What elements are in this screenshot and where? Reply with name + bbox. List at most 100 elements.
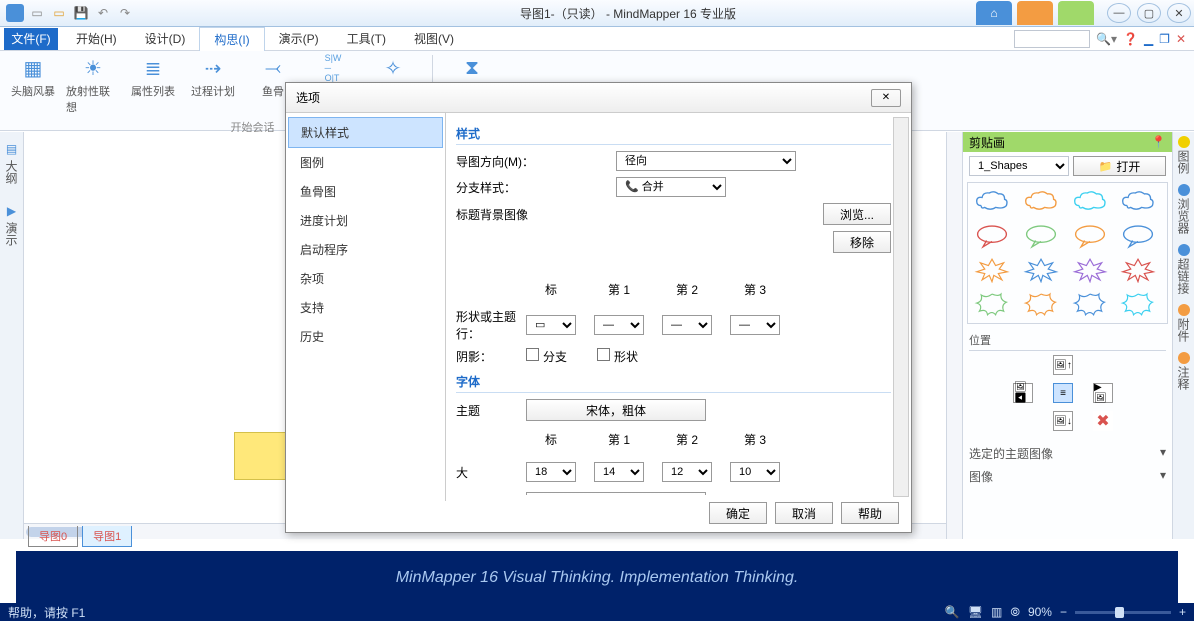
- grid-accent-button[interactable]: [1017, 1, 1053, 25]
- pin-icon[interactable]: 📍: [1151, 135, 1166, 149]
- menu-design[interactable]: 设计(D): [131, 27, 200, 51]
- help-icon[interactable]: ❓: [1123, 32, 1138, 46]
- ribbon-brainstorm[interactable]: ▦头脑风暴: [6, 55, 60, 115]
- minimize-button[interactable]: —: [1107, 3, 1131, 23]
- search-icon[interactable]: 🔍▾: [1096, 32, 1117, 46]
- qat-new[interactable]: ▭: [28, 4, 46, 22]
- cancel-button[interactable]: 取消: [775, 502, 833, 524]
- shape-splat-blue[interactable]: [1070, 289, 1110, 319]
- scrollbar-vertical[interactable]: [946, 132, 962, 539]
- split-icon[interactable]: ▥: [991, 605, 1002, 619]
- restore-window-icon[interactable]: ❐: [1159, 32, 1170, 46]
- shape-cloud-blue2[interactable]: [1118, 187, 1158, 217]
- select-direction[interactable]: 径向: [616, 151, 796, 171]
- chevron-down-icon[interactable]: ▾: [1160, 468, 1166, 485]
- shape-sel-1[interactable]: —: [594, 315, 644, 335]
- size-sel-1[interactable]: 14: [594, 462, 644, 482]
- zoom-slider[interactable]: [1075, 611, 1171, 614]
- green-accent-button[interactable]: [1058, 1, 1094, 25]
- browse-button[interactable]: 浏览...: [823, 203, 891, 225]
- pos-center[interactable]: ≡: [1053, 383, 1073, 403]
- shape-bubble-orange[interactable]: [1070, 221, 1110, 251]
- shape-cloud-blue[interactable]: [972, 187, 1012, 217]
- rtab-browser[interactable]: 浏览器: [1175, 184, 1192, 234]
- chk-shape[interactable]: 形状: [597, 348, 638, 365]
- size-sel-2[interactable]: 12: [662, 462, 712, 482]
- menu-tools[interactable]: 工具(T): [333, 27, 400, 51]
- shape-splat-green[interactable]: [972, 289, 1012, 319]
- chevron-down-icon[interactable]: ▾: [1160, 445, 1166, 462]
- shape-cloud-cyan[interactable]: [1070, 187, 1110, 217]
- rtab-legend[interactable]: 图例: [1175, 136, 1192, 174]
- close-doc-icon[interactable]: ✕: [1176, 32, 1186, 46]
- qat-redo[interactable]: ↷: [116, 4, 134, 22]
- ribbon-process[interactable]: ⇢过程计划: [186, 55, 240, 115]
- chk-branch[interactable]: 分支: [526, 348, 567, 365]
- menu-start[interactable]: 开始(H): [62, 27, 131, 51]
- rtab-note[interactable]: 注释: [1175, 352, 1192, 390]
- clipart-open-button[interactable]: 📁打开: [1073, 156, 1166, 176]
- ok-button[interactable]: 确定: [709, 502, 767, 524]
- side-legend[interactable]: 图例: [288, 148, 443, 177]
- pos-top[interactable]: 🖼↑: [1053, 355, 1073, 375]
- file-menu[interactable]: 文件(F): [4, 28, 58, 50]
- dialog-close-button[interactable]: ✕: [871, 89, 901, 107]
- font-button[interactable]: 宋体，粗体: [526, 399, 706, 421]
- side-schedule[interactable]: 进度计划: [288, 206, 443, 235]
- zoom-out-icon[interactable]: −: [1060, 605, 1067, 619]
- home-accent-button[interactable]: ⌂: [976, 1, 1012, 25]
- qat-undo[interactable]: ↶: [94, 4, 112, 22]
- lock-icon[interactable]: ⦾: [1010, 605, 1020, 620]
- shape-sel-main[interactable]: ▭: [526, 315, 576, 335]
- zoom-fit-icon[interactable]: 🔍: [945, 605, 960, 619]
- ribbon-attrlist[interactable]: ≣属性列表: [126, 55, 180, 115]
- qat-save[interactable]: 💾: [72, 4, 90, 22]
- monitor-icon[interactable]: 🖥: [968, 605, 983, 619]
- ribbon-radial[interactable]: ☀放射性联想: [66, 55, 120, 115]
- doc-tab-0[interactable]: 导图0: [28, 526, 78, 547]
- side-fishbone[interactable]: 鱼骨图: [288, 177, 443, 206]
- help-button[interactable]: 帮助: [841, 502, 899, 524]
- select-branch[interactable]: 📞 合并: [616, 177, 726, 197]
- clipart-category-select[interactable]: 1_Shapes: [969, 156, 1069, 176]
- rtab-attachment[interactable]: 附件: [1175, 304, 1192, 342]
- shape-bubble-blue[interactable]: [1118, 221, 1158, 251]
- zoom-in-icon[interactable]: +: [1179, 605, 1186, 619]
- collapse-ribbon-icon[interactable]: ▁: [1144, 32, 1153, 46]
- shape-cloud-orange[interactable]: [1021, 187, 1061, 217]
- shape-burst-red[interactable]: [1118, 255, 1158, 285]
- shape-splat-cyan[interactable]: [1118, 289, 1158, 319]
- qat-open[interactable]: ▭: [50, 4, 68, 22]
- shape-splat-orange[interactable]: [1021, 289, 1061, 319]
- side-misc[interactable]: 杂项: [288, 264, 443, 293]
- pos-bottom[interactable]: 🖼↓: [1053, 411, 1073, 431]
- size-sel-main[interactable]: 18: [526, 462, 576, 482]
- side-default-style[interactable]: 默认样式: [288, 117, 443, 148]
- menu-present[interactable]: 演示(P): [265, 27, 333, 51]
- side-history[interactable]: 历史: [288, 322, 443, 351]
- rtab-hyperlink[interactable]: 超链接: [1175, 244, 1192, 294]
- side-startup[interactable]: 启动程序: [288, 235, 443, 264]
- side-support[interactable]: 支持: [288, 293, 443, 322]
- shape-burst-blue[interactable]: [1021, 255, 1061, 285]
- search-input[interactable]: [1014, 30, 1090, 48]
- pos-clear[interactable]: ✖: [1093, 411, 1113, 431]
- shape-bubble-red[interactable]: [972, 221, 1012, 251]
- doc-tab-1[interactable]: 导图1: [82, 526, 132, 547]
- tab-outline[interactable]: ▤大纲: [3, 142, 20, 184]
- pos-left[interactable]: 🖼◀: [1013, 383, 1033, 403]
- shape-bubble-green[interactable]: [1021, 221, 1061, 251]
- note-font-button[interactable]: 宋体，9 pt: [526, 492, 706, 495]
- dialog-scrollbar[interactable]: [893, 117, 909, 497]
- tab-present[interactable]: ▶演示: [3, 204, 20, 246]
- menu-view[interactable]: 视图(V): [400, 27, 468, 51]
- remove-button[interactable]: 移除: [833, 231, 891, 253]
- size-sel-3[interactable]: 10: [730, 462, 780, 482]
- shape-sel-3[interactable]: —: [730, 315, 780, 335]
- close-button[interactable]: ✕: [1167, 3, 1191, 23]
- pos-right[interactable]: ▶🖼: [1093, 383, 1113, 403]
- menu-compose[interactable]: 构思(I): [199, 27, 264, 51]
- restore-button[interactable]: ▢: [1137, 3, 1161, 23]
- shape-burst-orange[interactable]: [972, 255, 1012, 285]
- shape-burst-purple[interactable]: [1070, 255, 1110, 285]
